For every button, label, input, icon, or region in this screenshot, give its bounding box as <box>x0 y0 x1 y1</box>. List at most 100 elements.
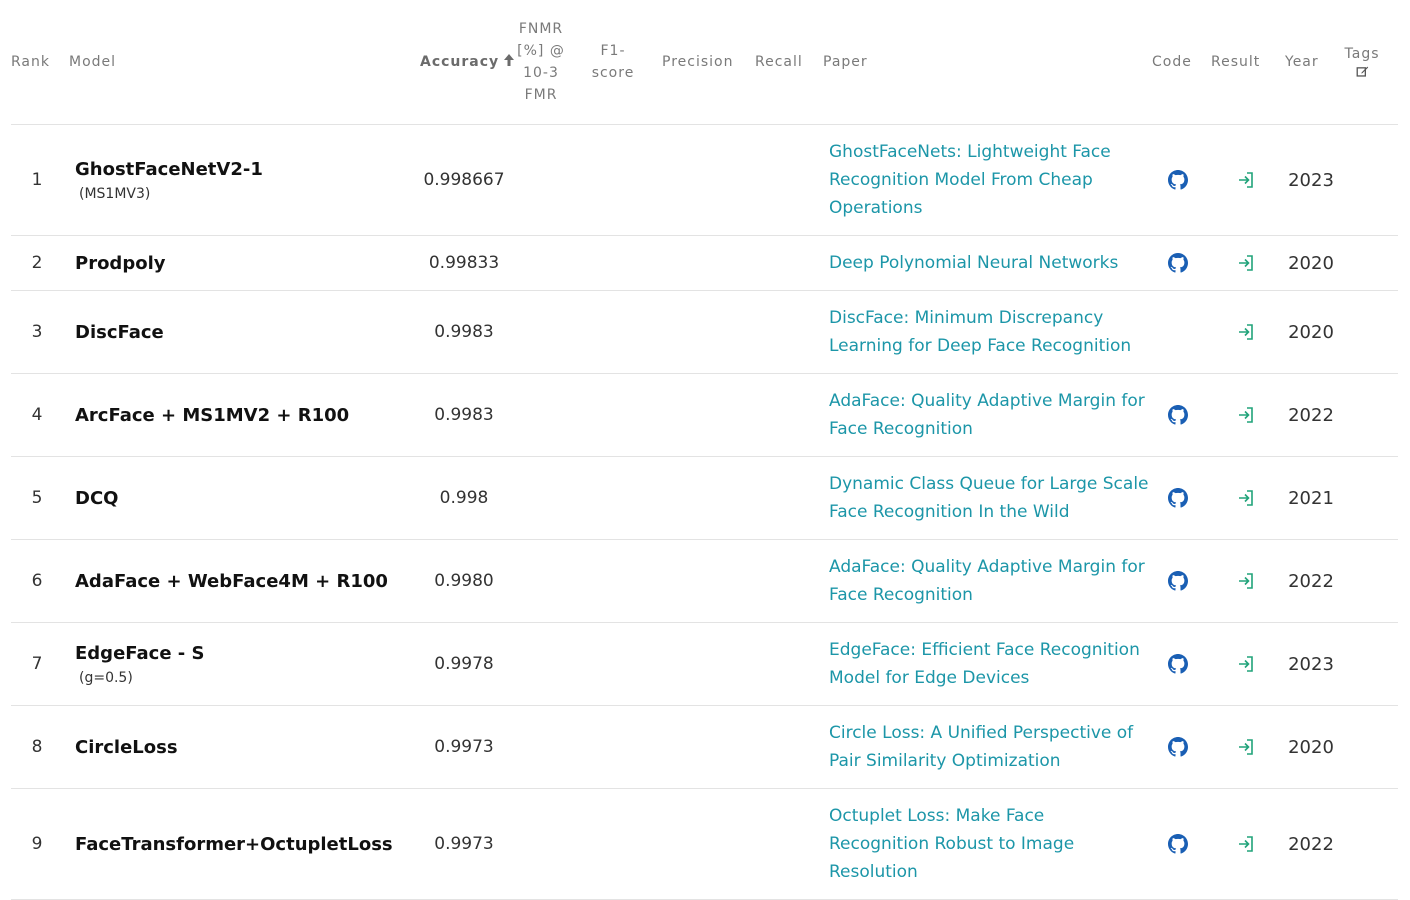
model-cell[interactable]: GhostFaceNetV2-1 (MS1MV3) <box>75 125 405 235</box>
github-icon <box>1168 737 1188 757</box>
paper-link[interactable]: EdgeFace: Efficient Face Recognition Mod… <box>829 636 1149 692</box>
header-fnmr-line: FMR <box>524 87 558 103</box>
header-recall-label: Recall <box>755 54 803 70</box>
paper-cell: AdaFace: Quality Adaptive Margin for Fac… <box>829 540 1149 622</box>
model-cell[interactable]: ArcFace + MS1MV2 + R100 <box>75 374 405 456</box>
github-icon <box>1168 405 1188 425</box>
code-cell[interactable] <box>1161 457 1195 539</box>
result-login-icon <box>1239 255 1253 271</box>
model-cell[interactable]: DiscFace <box>75 291 405 373</box>
model-name[interactable]: CircleLoss <box>75 737 178 758</box>
header-rank[interactable]: Rank <box>11 0 61 124</box>
result-login-icon <box>1239 656 1253 672</box>
table-row: 8 CircleLoss 0.9973 Circle Loss: A Unifi… <box>11 706 1398 789</box>
accuracy-cell: 0.9973 <box>434 834 494 854</box>
result-login-icon <box>1239 490 1253 506</box>
header-paper[interactable]: Paper <box>823 0 903 124</box>
paper-link[interactable]: Circle Loss: A Unified Perspective of Pa… <box>829 719 1149 775</box>
model-cell[interactable]: EdgeFace - S (g=0.5) <box>75 623 405 705</box>
header-f1-line: score <box>591 65 635 81</box>
table-row: 4 ArcFace + MS1MV2 + R100 0.9983 AdaFace… <box>11 374 1398 457</box>
result-login-icon <box>1239 836 1253 852</box>
result-login-icon <box>1239 573 1253 589</box>
model-name[interactable]: AdaFace + WebFace4M + R100 <box>75 571 388 592</box>
result-cell[interactable] <box>1231 706 1261 788</box>
model-name[interactable]: FaceTransformer+OctupletLoss <box>75 834 393 855</box>
code-cell[interactable] <box>1161 374 1195 456</box>
paper-link[interactable]: AdaFace: Quality Adaptive Margin for Fac… <box>829 387 1149 443</box>
header-fnmr-line: 10-3 <box>523 65 559 81</box>
table-row: 6 AdaFace + WebFace4M + R100 0.9980 AdaF… <box>11 540 1398 623</box>
code-cell <box>1161 291 1195 373</box>
paper-link[interactable]: Dynamic Class Queue for Large Scale Face… <box>829 470 1149 526</box>
code-cell[interactable] <box>1161 789 1195 899</box>
header-year-label: Year <box>1285 54 1319 70</box>
model-name[interactable]: Prodpoly <box>75 253 165 274</box>
year-cell: 2022 <box>1288 570 1334 592</box>
header-model[interactable]: Model <box>69 0 189 124</box>
result-cell[interactable] <box>1231 789 1261 899</box>
code-cell[interactable] <box>1161 125 1195 235</box>
header-year[interactable]: Year <box>1285 0 1330 124</box>
header-paper-label: Paper <box>823 54 868 70</box>
accuracy-cell: 0.9978 <box>434 654 494 674</box>
result-cell[interactable] <box>1231 374 1261 456</box>
result-cell[interactable] <box>1231 623 1261 705</box>
result-cell[interactable] <box>1231 457 1261 539</box>
result-cell[interactable] <box>1231 540 1261 622</box>
paper-link[interactable]: AdaFace: Quality Adaptive Margin for Fac… <box>829 553 1149 609</box>
header-precision[interactable]: Precision <box>662 0 747 124</box>
accuracy-cell: 0.9973 <box>434 737 494 757</box>
accuracy-cell: 0.9983 <box>434 322 494 342</box>
model-cell[interactable]: DCQ <box>75 457 405 539</box>
rank-cell: 3 <box>31 322 43 342</box>
year-cell: 2020 <box>1288 252 1334 274</box>
header-fnmr-line: [%] @ <box>517 43 565 59</box>
rank-cell: 4 <box>31 405 43 425</box>
edit-icon[interactable] <box>1356 65 1369 78</box>
code-cell[interactable] <box>1161 236 1195 290</box>
paper-cell: Deep Polynomial Neural Networks <box>829 236 1149 290</box>
model-cell[interactable]: AdaFace + WebFace4M + R100 <box>75 540 405 622</box>
paper-link[interactable]: DiscFace: Minimum Discrepancy Learning f… <box>829 304 1149 360</box>
result-login-icon <box>1239 407 1253 423</box>
result-login-icon <box>1239 739 1253 755</box>
model-cell[interactable]: Prodpoly <box>75 236 405 290</box>
code-cell[interactable] <box>1161 706 1195 788</box>
table-row: 7 EdgeFace - S (g=0.5) 0.9978 EdgeFace: … <box>11 623 1398 706</box>
header-code-label: Code <box>1152 54 1192 70</box>
header-recall[interactable]: Recall <box>755 0 815 124</box>
accuracy-cell: 0.998 <box>439 488 489 508</box>
code-cell[interactable] <box>1161 540 1195 622</box>
accuracy-cell: 0.99833 <box>428 253 500 273</box>
paper-link[interactable]: Octuplet Loss: Make Face Recognition Rob… <box>829 802 1149 886</box>
header-result[interactable]: Result <box>1211 0 1271 124</box>
result-login-icon <box>1239 324 1253 340</box>
code-cell[interactable] <box>1161 623 1195 705</box>
model-name[interactable]: EdgeFace - S <box>75 643 205 664</box>
paper-cell: DiscFace: Minimum Discrepancy Learning f… <box>829 291 1149 373</box>
model-name[interactable]: DiscFace <box>75 322 164 343</box>
model-name[interactable]: GhostFaceNetV2-1 <box>75 159 263 180</box>
result-cell[interactable] <box>1231 291 1261 373</box>
result-login-icon <box>1239 172 1253 188</box>
model-cell[interactable]: CircleLoss <box>75 706 405 788</box>
header-code[interactable]: Code <box>1152 0 1202 124</box>
header-fnmr[interactable]: FNMR [%] @ 10-3 FMR <box>511 0 571 124</box>
result-cell[interactable] <box>1231 236 1261 290</box>
header-f1[interactable]: F1- score <box>586 0 640 124</box>
model-cell[interactable]: FaceTransformer+OctupletLoss <box>75 789 405 899</box>
table-row: 9 FaceTransformer+OctupletLoss 0.9973 Oc… <box>11 789 1398 900</box>
result-cell[interactable] <box>1231 125 1261 235</box>
paper-cell: Circle Loss: A Unified Perspective of Pa… <box>829 706 1149 788</box>
header-accuracy[interactable]: Accuracy <box>420 0 515 124</box>
model-name[interactable]: DCQ <box>75 488 118 509</box>
paper-link[interactable]: Deep Polynomial Neural Networks <box>829 249 1118 277</box>
rank-cell: 9 <box>31 834 43 854</box>
paper-link[interactable]: GhostFaceNets: Lightweight Face Recognit… <box>829 138 1149 222</box>
model-subtitle: (g=0.5) <box>79 669 133 686</box>
table-row: 3 DiscFace 0.9983 DiscFace: Minimum Disc… <box>11 291 1398 374</box>
header-tags[interactable]: Tags <box>1341 0 1383 124</box>
table-header: Rank Model Accuracy FNMR [%] @ 10-3 FMR … <box>11 0 1398 125</box>
model-name[interactable]: ArcFace + MS1MV2 + R100 <box>75 405 349 426</box>
